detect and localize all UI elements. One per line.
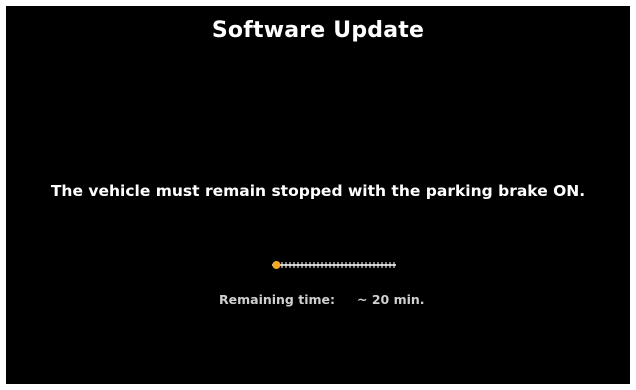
update-screen: Software Update The vehicle must remain … xyxy=(6,6,630,384)
progress-indicator xyxy=(272,261,281,269)
remaining-time-value: ~ 20 min. xyxy=(357,292,425,307)
update-progress-bar xyxy=(268,259,400,271)
parking-brake-warning: The vehicle must remain stopped with the… xyxy=(50,182,586,200)
remaining-time: Remaining time: ~ 20 min. xyxy=(219,292,425,307)
remaining-time-label: Remaining time: xyxy=(219,292,335,307)
page-title: Software Update xyxy=(211,18,425,43)
